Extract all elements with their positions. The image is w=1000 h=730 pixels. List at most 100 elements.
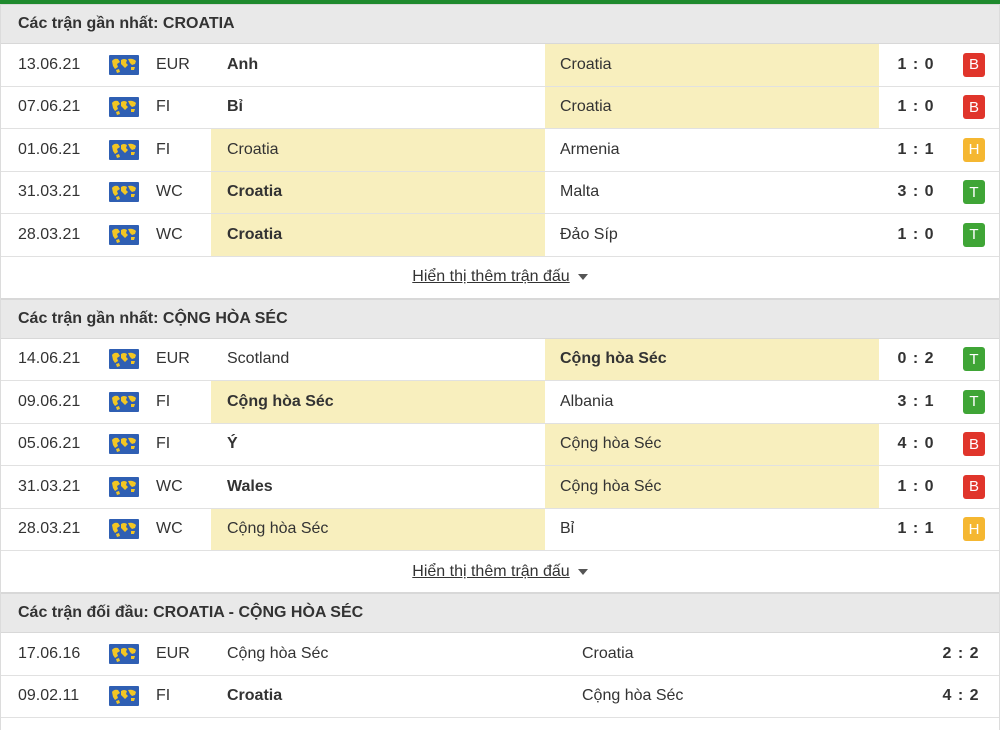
- match-row[interactable]: 05.06.21 FI Ý Cộng hòa Séc 4 : 0 B: [1, 423, 999, 466]
- result-badge: T: [963, 347, 985, 372]
- match-row[interactable]: 28.03.21 WC Cộng hòa Séc Bỉ 1 : 1 H: [1, 508, 999, 551]
- world-map-flag-icon: [109, 381, 141, 423]
- away-team[interactable]: Malta: [545, 172, 879, 214]
- home-team[interactable]: Ý: [211, 424, 545, 466]
- match-date: 01.06.21: [18, 140, 81, 158]
- world-map-flag-icon: [109, 129, 141, 171]
- result-badge: B: [963, 52, 985, 77]
- show-more-row: Hiển thị thêm trận đấu: [1, 551, 999, 593]
- match-score: 1 : 0: [897, 98, 935, 116]
- section-header-head-to-head: Các trận đối đầu: CROATIA - CỘNG HÒA SÉC: [1, 593, 999, 633]
- league-code: FI: [156, 392, 171, 410]
- match-history-panel: Các trận gần nhất: CROATIA 13.06.21 EUR …: [0, 4, 1000, 730]
- show-more-label: Hiển thị thêm trận đấu: [412, 562, 570, 580]
- away-team[interactable]: Croatia: [581, 633, 901, 675]
- away-team[interactable]: Bỉ: [545, 509, 879, 551]
- world-map-flag-icon: [109, 466, 141, 508]
- match-score: 3 : 0: [897, 183, 935, 201]
- away-team[interactable]: Cộng hòa Séc: [545, 338, 879, 380]
- world-map-flag-icon: [109, 172, 141, 214]
- away-team[interactable]: Cộng hòa Séc: [545, 466, 879, 508]
- match-row[interactable]: 31.03.21 WC Croatia Malta 3 : 0 T: [1, 171, 999, 214]
- home-team[interactable]: Bỉ: [211, 87, 545, 129]
- league-code: WC: [156, 225, 183, 243]
- world-map-flag-icon: [109, 676, 141, 718]
- match-row[interactable]: 28.03.21 WC Croatia Đảo Síp 1 : 0 T: [1, 214, 999, 257]
- home-team[interactable]: Cộng hòa Séc: [211, 633, 581, 675]
- match-score: 1 : 1: [897, 520, 935, 538]
- match-score: 0 : 2: [897, 350, 935, 368]
- home-team[interactable]: Anh: [211, 44, 545, 86]
- result-badge: T: [963, 222, 985, 247]
- away-team[interactable]: Cộng hòa Séc: [581, 676, 901, 718]
- match-score: 1 : 0: [897, 477, 935, 495]
- match-row[interactable]: 07.06.21 FI Bỉ Croatia 1 : 0 B: [1, 86, 999, 129]
- away-team[interactable]: Albania: [545, 381, 879, 423]
- section-header-croatia: Các trận gần nhất: CROATIA: [1, 4, 999, 44]
- home-team[interactable]: Scotland: [211, 339, 545, 381]
- home-team[interactable]: Cộng hòa Séc: [211, 381, 545, 423]
- match-date: 31.03.21: [18, 477, 81, 495]
- home-team[interactable]: Croatia: [211, 129, 545, 171]
- world-map-flag-icon: [109, 214, 141, 256]
- result-badge: B: [963, 95, 985, 120]
- match-score: 3 : 1: [897, 392, 935, 410]
- match-row[interactable]: 09.02.11 FI Croatia Cộng hòa Séc 4 : 2: [1, 676, 999, 718]
- match-row[interactable]: 01.06.21 FI Croatia Armenia 1 : 1 H: [1, 129, 999, 172]
- match-row[interactable]: 13.06.21 EUR Anh Croatia 1 : 0 B: [1, 44, 999, 87]
- league-code: EUR: [156, 55, 190, 73]
- world-map-flag-icon: [109, 339, 141, 381]
- match-date: 31.03.21: [18, 183, 81, 201]
- match-score: 4 : 2: [942, 687, 980, 705]
- world-map-flag-icon: [109, 424, 141, 466]
- home-team[interactable]: Croatia: [211, 676, 581, 718]
- league-code: WC: [156, 520, 183, 538]
- show-more-label: Hiển thị thêm trận đấu: [412, 268, 570, 285]
- world-map-flag-icon: [109, 87, 141, 129]
- home-team[interactable]: Croatia: [211, 171, 545, 213]
- result-badge: H: [963, 137, 985, 162]
- away-team[interactable]: Cộng hòa Séc: [545, 423, 879, 465]
- league-code: WC: [156, 183, 183, 201]
- league-code: EUR: [156, 350, 190, 368]
- section-header-czech: Các trận gần nhất: CỘNG HÒA SÉC: [1, 298, 999, 339]
- match-score: 1 : 0: [897, 55, 935, 73]
- match-score: 1 : 0: [897, 225, 935, 243]
- world-map-flag-icon: [109, 509, 141, 551]
- world-map-flag-icon: [109, 633, 141, 675]
- away-team[interactable]: Đảo Síp: [545, 214, 879, 256]
- match-date: 28.03.21: [18, 225, 81, 243]
- league-code: WC: [156, 477, 183, 495]
- match-date: 09.06.21: [18, 392, 81, 410]
- league-code: FI: [156, 435, 171, 453]
- match-score: 4 : 0: [897, 435, 935, 453]
- match-date: 14.06.21: [18, 350, 81, 368]
- home-team[interactable]: Croatia: [211, 214, 545, 256]
- show-more-link-croatia[interactable]: Hiển thị thêm trận đấu: [412, 268, 588, 286]
- match-row[interactable]: 31.03.21 WC Wales Cộng hòa Séc 1 : 0 B: [1, 466, 999, 509]
- head-to-head-list: 17.06.16 EUR Cộng hòa Séc Croatia 2 : 2 …: [1, 633, 999, 718]
- home-team[interactable]: Wales: [211, 466, 545, 508]
- match-score: 2 : 2: [942, 644, 980, 662]
- league-code: EUR: [156, 644, 190, 662]
- home-team[interactable]: Cộng hòa Séc: [211, 508, 545, 550]
- show-more-row: Hiển thị thêm trận đấu: [1, 257, 999, 299]
- away-team[interactable]: Armenia: [545, 129, 879, 171]
- match-row[interactable]: 09.06.21 FI Cộng hòa Séc Albania 3 : 1 T: [1, 381, 999, 424]
- league-code: FI: [156, 98, 171, 116]
- away-team[interactable]: Croatia: [545, 86, 879, 128]
- result-badge: H: [963, 517, 985, 542]
- result-badge: T: [963, 180, 985, 205]
- result-badge: T: [963, 389, 985, 414]
- match-date: 28.03.21: [18, 520, 81, 538]
- croatia-match-list: 13.06.21 EUR Anh Croatia 1 : 0 B 07.06.2…: [1, 44, 999, 257]
- match-row[interactable]: 14.06.21 EUR Scotland Cộng hòa Séc 0 : 2…: [1, 338, 999, 381]
- czech-match-list: 14.06.21 EUR Scotland Cộng hòa Séc 0 : 2…: [1, 338, 999, 551]
- league-code: FI: [156, 687, 171, 705]
- show-more-link-czech[interactable]: Hiển thị thêm trận đấu: [412, 562, 588, 581]
- league-code: FI: [156, 140, 171, 158]
- match-date: 05.06.21: [18, 435, 81, 453]
- away-team[interactable]: Croatia: [545, 44, 879, 86]
- match-date: 07.06.21: [18, 98, 81, 116]
- match-row[interactable]: 17.06.16 EUR Cộng hòa Séc Croatia 2 : 2: [1, 633, 999, 676]
